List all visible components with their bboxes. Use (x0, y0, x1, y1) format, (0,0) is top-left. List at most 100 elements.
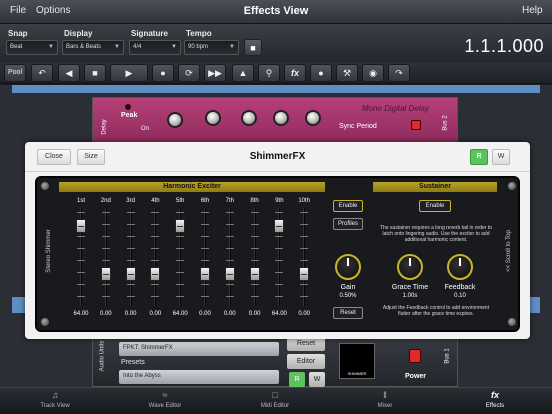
power-switch[interactable] (409, 349, 421, 363)
delay-knob[interactable] (305, 110, 321, 126)
signature-select[interactable]: 4/4 ▼ (129, 40, 181, 55)
plugin-value: FPKT: ShimmerFX (123, 345, 173, 351)
slider-tick (101, 260, 110, 261)
band-slider-track[interactable] (253, 208, 256, 306)
delay-knob[interactable] (241, 110, 257, 126)
slider-tick (300, 224, 309, 225)
tab-effects[interactable]: fx Effects (440, 388, 550, 414)
fx-button[interactable]: fx (284, 64, 306, 82)
snap-select[interactable]: Beat ▼ (6, 40, 58, 55)
binoculars-button[interactable]: ◉ (362, 64, 384, 82)
plugin-window-title: ShimmerFX (249, 151, 306, 162)
tempo-select[interactable]: 90 bpm ▼ (184, 40, 239, 55)
read-button[interactable]: R (470, 149, 488, 165)
write-button[interactable]: W (492, 149, 510, 165)
band-slider-handle[interactable] (175, 218, 186, 233)
music-note-icon: ♫ (51, 390, 59, 400)
metronome-button[interactable]: ▲ (232, 64, 254, 82)
tab-midi-editor[interactable]: □ Midi Editor (220, 388, 330, 414)
duck-button[interactable]: ● (310, 64, 332, 82)
band-label: 10th (298, 198, 311, 204)
feedback-description: Adjust the Feedback control to add envir… (382, 305, 490, 317)
rewind-button[interactable]: ◀ (58, 64, 80, 82)
band-slider-track[interactable] (129, 208, 132, 306)
undo-button[interactable]: ↶ (31, 64, 53, 82)
menu-help[interactable]: Help (522, 5, 543, 16)
undo-icon: ↶ (38, 68, 46, 78)
record-button[interactable]: ● (152, 64, 174, 82)
band-slider-handle[interactable] (150, 266, 161, 281)
on-label: On (141, 126, 150, 132)
grace-time-knob[interactable] (397, 254, 423, 280)
slider-tick (250, 296, 259, 297)
slider-tick (126, 260, 135, 261)
stop-button[interactable]: ■ (84, 64, 106, 82)
sustainer-enable-button[interactable]: Enable (419, 200, 451, 212)
band-slider-track[interactable] (303, 208, 306, 306)
tab-label: Midi Editor (260, 403, 290, 409)
plugin-select[interactable]: FPKT: ShimmerFX (119, 342, 279, 356)
skip-forward-icon: ▶▶ (208, 68, 222, 78)
band-slider-handle[interactable] (100, 266, 111, 281)
power-led[interactable] (411, 120, 421, 130)
band-value: 64.00 (73, 311, 89, 317)
fast-forward-button[interactable]: ▶▶ (204, 64, 226, 82)
exciter-enable-button[interactable]: Enable (333, 200, 363, 212)
delay-knob[interactable] (205, 110, 221, 126)
preset-select[interactable]: Into the Abyss (119, 370, 279, 384)
slider-tick (275, 212, 284, 213)
zoom-button[interactable]: ⚲ (258, 64, 280, 82)
tools-button[interactable]: ⚒ (336, 64, 358, 82)
slider-tick (275, 284, 284, 285)
slider-tick (275, 272, 284, 273)
band-label: 1st (76, 198, 85, 204)
band-slider-handle[interactable] (125, 266, 136, 281)
play-button[interactable]: ▶ (110, 64, 148, 82)
feedback-knob[interactable] (447, 254, 473, 280)
slider-tick (77, 260, 85, 261)
sustainer-description: The sustainer requires a long reverb tai… (379, 225, 492, 243)
band-slider-handle[interactable] (274, 218, 285, 233)
tab-label: Effects (485, 403, 505, 409)
slider-tick (275, 236, 284, 237)
slider-tick (250, 284, 259, 285)
lock-button[interactable]: ■ (244, 39, 262, 56)
band-slider-handle[interactable] (76, 218, 86, 233)
app-window: File Options Effects View Help Snap Beat… (0, 0, 552, 414)
profiles-button[interactable]: Profiles (333, 218, 363, 230)
knob-indicator (347, 258, 349, 266)
pool-button[interactable]: Pool (4, 64, 26, 82)
tab-track-view[interactable]: ♫ Track View (0, 388, 110, 414)
slider-tick (201, 296, 209, 297)
delay-knob[interactable] (273, 110, 289, 126)
slider-tick (77, 248, 85, 249)
signature-label: Signature (131, 29, 168, 38)
display-select[interactable]: Bars & Beats ▼ (62, 40, 124, 55)
read-button[interactable]: R (289, 372, 305, 387)
band-slider-handle[interactable] (200, 266, 210, 281)
gain-knob[interactable] (335, 254, 361, 280)
band-slider-handle[interactable] (299, 266, 310, 281)
band-slider-handle[interactable] (224, 266, 235, 281)
audio-units-tag: Audio Units (99, 340, 106, 372)
editor-button[interactable]: Editor (287, 354, 325, 369)
band-label: 7th (225, 198, 234, 204)
tab-wave-editor[interactable]: ≈ Wave Editor (110, 388, 220, 414)
delay-knob[interactable] (167, 112, 183, 128)
band-slider-handle[interactable] (249, 266, 260, 281)
slider-tick (176, 236, 185, 237)
band-slider-track[interactable] (154, 208, 157, 306)
exciter-reset-button[interactable]: Reset (333, 307, 363, 319)
routing-button[interactable]: ↷ (388, 64, 410, 82)
bus-label: Bus 1 (444, 348, 451, 364)
tab-mixer[interactable]: ‖ Mixer (330, 388, 440, 414)
write-button[interactable]: W (309, 372, 325, 387)
band-slider-track[interactable] (228, 208, 231, 306)
band-slider-track[interactable] (204, 208, 206, 306)
menu-bar: File Options Effects View Help (0, 0, 552, 24)
tempo-value: 90 bpm (188, 44, 209, 50)
scroll-to-top-link[interactable]: << Scroll to Top (506, 221, 512, 281)
loop-button[interactable]: ⟳ (178, 64, 200, 82)
band-slider-track[interactable] (104, 208, 107, 306)
slider-tick (101, 224, 110, 225)
